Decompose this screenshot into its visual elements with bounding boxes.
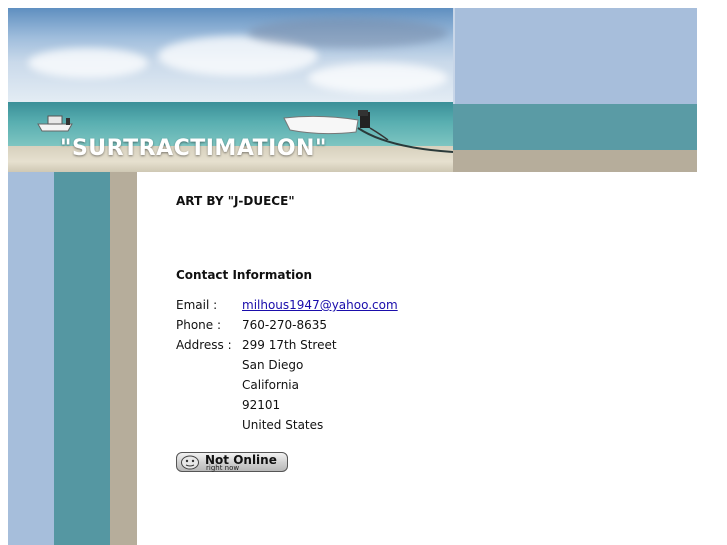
header-banner: "SURTRACTIMATION" (8, 8, 697, 172)
stripe-tan (110, 172, 137, 545)
contact-heading: Contact Information (176, 268, 313, 282)
boat-icon (37, 115, 73, 132)
cloud (28, 48, 148, 78)
phone-value: 760-270-8635 (242, 318, 328, 332)
address-line: 92101 (242, 398, 281, 412)
banner-block-blue (453, 8, 697, 104)
page: "SURTRACTIMATION" ART BY "J-DUECE" Conta… (8, 8, 697, 545)
online-status-button[interactable]: Not Online right now (176, 452, 288, 472)
site-title: "SURTRACTIMATION" (60, 136, 327, 161)
phone-label: Phone : (176, 318, 222, 332)
messenger-face-icon (181, 455, 199, 470)
status-sub-text: right now (206, 464, 240, 472)
cloud (308, 63, 448, 93)
address-line: California (242, 378, 299, 392)
address-label: Address : (176, 338, 232, 352)
stripe-blue (8, 172, 54, 545)
page-heading: ART BY "J-DUECE" (176, 194, 295, 208)
address-line: United States (242, 418, 324, 432)
address-line: 299 17th Street (242, 338, 337, 352)
stripe-teal (54, 172, 110, 545)
cloud (248, 18, 448, 48)
email-link[interactable]: milhous1947@yahoo.com (242, 298, 398, 312)
email-label: Email : (176, 298, 218, 312)
banner-block-tan (453, 150, 697, 172)
banner-block-teal (453, 104, 697, 150)
address-line: San Diego (242, 358, 304, 372)
mooring-line-icon (357, 127, 453, 153)
